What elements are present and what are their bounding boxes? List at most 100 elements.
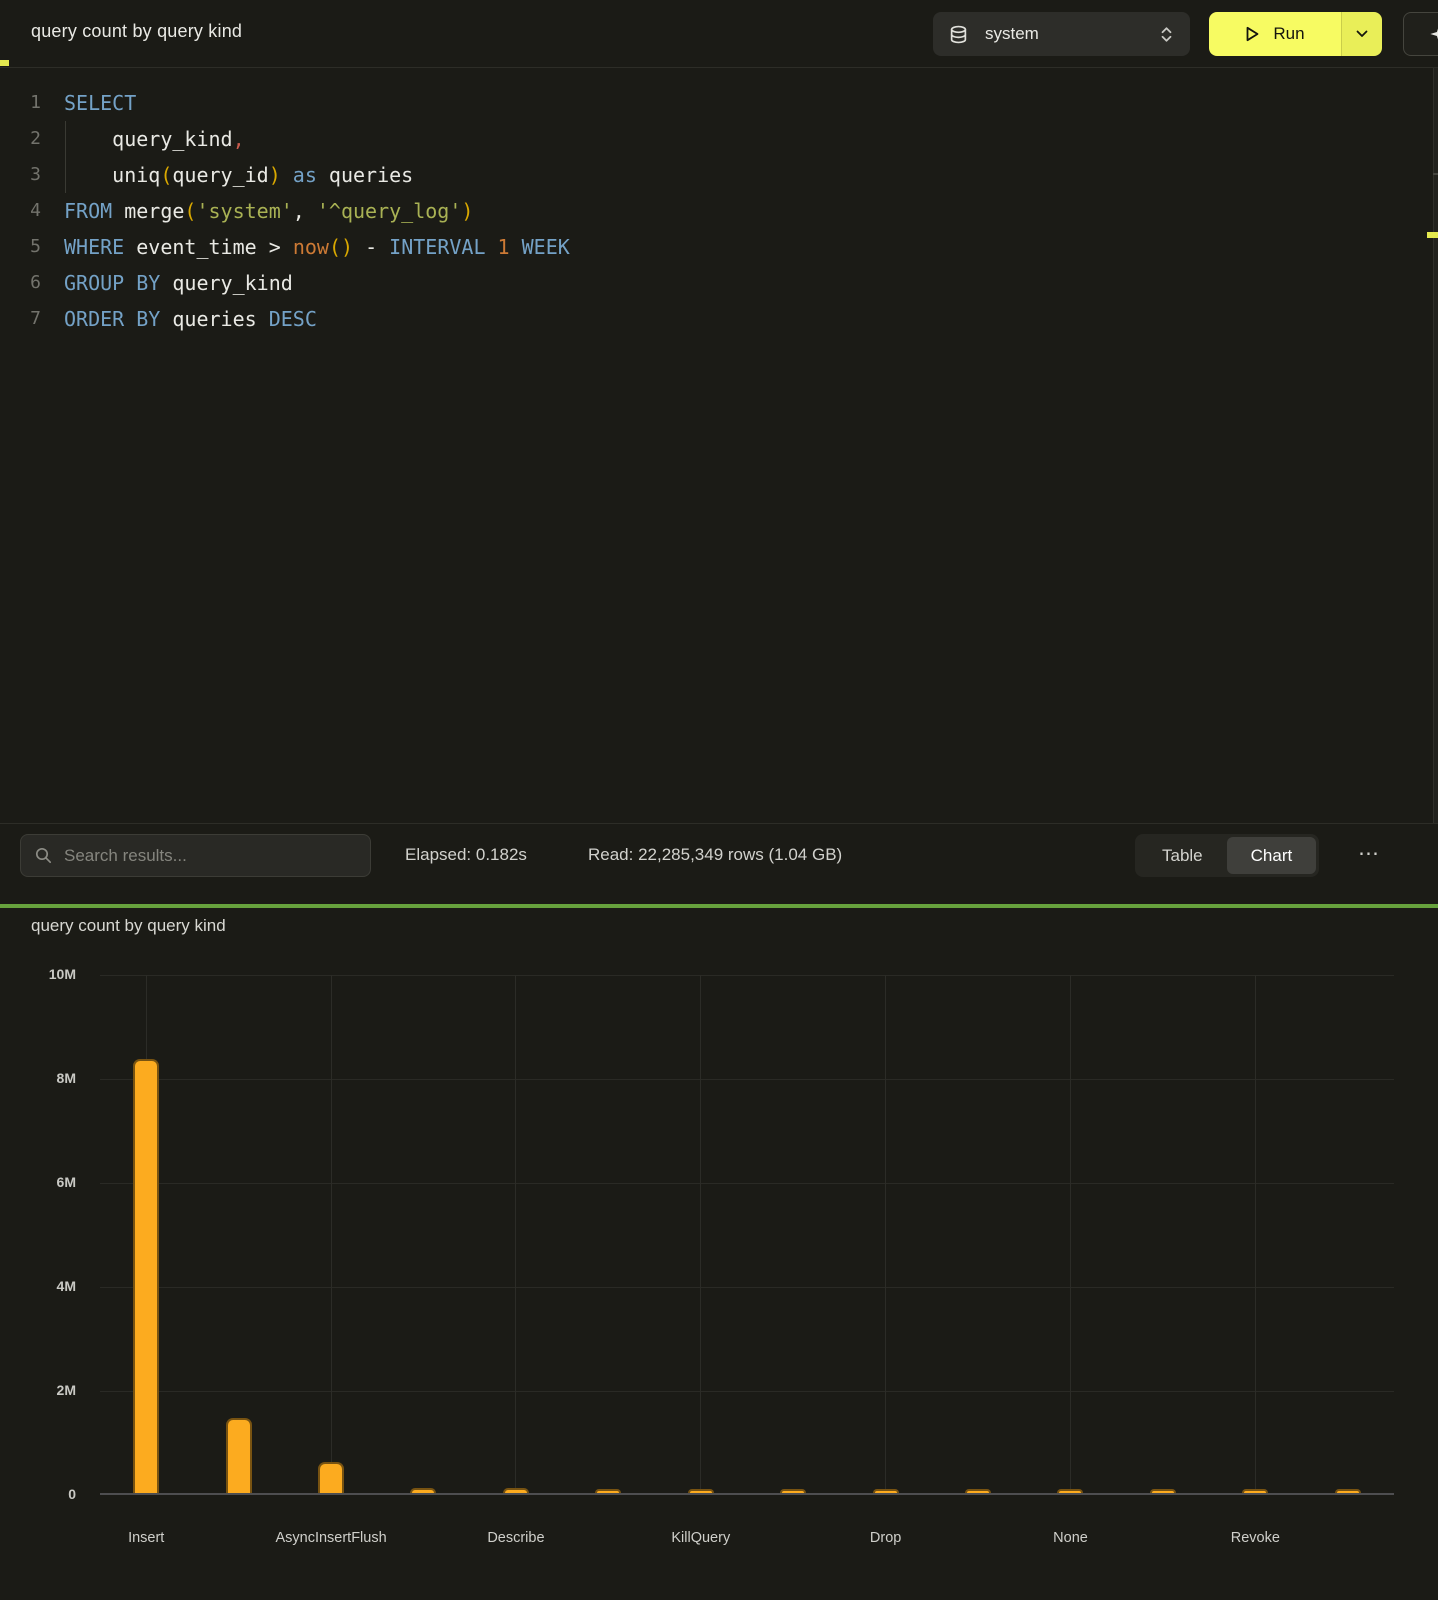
database-icon — [949, 25, 968, 44]
editor-scrollbar[interactable] — [1433, 68, 1438, 823]
code-text: WHERE event_time > now() - INTERVAL 1 WE… — [41, 229, 570, 265]
scrollbar-tick — [1433, 173, 1438, 175]
y-tick-label: 10M — [0, 966, 76, 982]
plot-area — [100, 975, 1394, 1495]
bar-slot — [1117, 975, 1209, 1493]
tab-chart[interactable]: Chart — [1227, 837, 1317, 874]
line-number: 3 — [0, 157, 41, 193]
bar-None[interactable] — [1057, 1489, 1083, 1493]
sparkle-icon — [1426, 21, 1438, 47]
y-tick-label: 6M — [0, 1174, 76, 1190]
search-icon — [35, 847, 52, 864]
bar-slot — [377, 975, 469, 1493]
code-line[interactable]: 2 query_kind, — [0, 121, 1438, 157]
chevron-down-icon — [1356, 30, 1368, 38]
run-button-label: Run — [1273, 24, 1304, 44]
x-tick-label: KillQuery — [671, 1530, 730, 1546]
code-text: SELECT — [41, 85, 136, 121]
bar-slot — [1301, 975, 1393, 1493]
code-text: GROUP BY query_kind — [41, 265, 293, 301]
bar-slot — [1024, 975, 1116, 1493]
code-text: uniq(query_id) as queries — [41, 157, 413, 193]
bar-chart: 10M8M6M4M2M0 InsertAsyncInsertFlushDescr… — [0, 975, 1438, 1575]
code-line[interactable]: 3 uniq(query_id) as queries — [0, 157, 1438, 193]
code-text: FROM merge('system', '^query_log') — [41, 193, 473, 229]
bar-Drop[interactable] — [873, 1489, 899, 1493]
y-tick-label: 0 — [0, 1486, 76, 1502]
search-results-box[interactable] — [20, 834, 371, 877]
code-text: query_kind, — [41, 121, 245, 157]
chart-panel: query count by query kind 10M 8M 6M 4M 2M 0 I… — [0, 908, 1438, 1598]
x-tick-label: Drop — [870, 1530, 901, 1546]
sql-editor[interactable]: 1SELECT2 query_kind,3 uniq(query_id) as … — [0, 68, 1438, 823]
line-number: 6 — [0, 265, 41, 301]
database-selector[interactable]: system — [933, 12, 1190, 56]
bar-KillQuery[interactable] — [688, 1489, 714, 1493]
bar-slot — [192, 975, 284, 1493]
bar-slot — [839, 975, 931, 1493]
bar-slot — [285, 975, 377, 1493]
tab-table[interactable]: Table — [1138, 837, 1227, 874]
code-line[interactable]: 5WHERE event_time > now() - INTERVAL 1 W… — [0, 229, 1438, 265]
more-options-button[interactable]: ⋯ — [1352, 842, 1386, 870]
topbar: query count by query kind system — [0, 0, 1438, 68]
bar-unlabeled[interactable] — [226, 1418, 252, 1493]
y-tick-label: 2M — [0, 1382, 76, 1398]
line-number: 7 — [0, 301, 41, 337]
bar-Describe[interactable] — [503, 1488, 529, 1493]
bar-slot — [655, 975, 747, 1493]
run-options-button[interactable] — [1341, 12, 1382, 56]
bar-slot — [747, 975, 839, 1493]
query-title: query count by query kind — [31, 21, 242, 42]
x-tick-label: AsyncInsertFlush — [275, 1530, 386, 1546]
bar-unlabeled[interactable] — [595, 1489, 621, 1493]
bar-slot — [932, 975, 1024, 1493]
bar-Revoke[interactable] — [1242, 1489, 1268, 1493]
bar-Insert[interactable] — [133, 1059, 159, 1493]
bar-slot — [470, 975, 562, 1493]
code-line[interactable]: 7ORDER BY queries DESC — [0, 301, 1438, 337]
line-number: 5 — [0, 229, 41, 265]
bar-unlabeled[interactable] — [410, 1488, 436, 1493]
y-axis-labels: 10M8M6M4M2M0 — [0, 975, 76, 1495]
indent-guide — [65, 121, 66, 193]
code-line[interactable]: 1SELECT — [0, 85, 1438, 121]
ai-assist-button[interactable] — [1403, 12, 1438, 56]
bar-slot — [1209, 975, 1301, 1493]
line-number: 4 — [0, 193, 41, 229]
results-toolbar: Elapsed: 0.182s Read: 22,285,349 rows (1… — [0, 823, 1438, 904]
scrollbar-marker — [1427, 232, 1438, 238]
database-selector-value: system — [985, 24, 1159, 44]
elapsed-stat: Elapsed: 0.182s — [405, 845, 527, 865]
search-results-input[interactable] — [64, 846, 344, 866]
chart-title: query count by query kind — [0, 916, 1438, 940]
bar-slot — [562, 975, 654, 1493]
code-line[interactable]: 4FROM merge('system', '^query_log') — [0, 193, 1438, 229]
x-axis-labels: Insert AsyncInsertFlush Describe KillQuery D… — [100, 1530, 1394, 1554]
code-line[interactable]: 6GROUP BY query_kind — [0, 265, 1438, 301]
bar-unlabeled[interactable] — [1335, 1489, 1361, 1493]
sql-console-app: query count by query kind system — [0, 0, 1438, 1600]
y-tick-label: 4M — [0, 1278, 76, 1294]
editor-cursor-mark — [0, 60, 9, 66]
y-tick-label: 8M — [0, 1070, 76, 1086]
x-tick-label: Revoke — [1231, 1530, 1280, 1546]
x-tick-label: Describe — [487, 1530, 544, 1546]
x-tick-label: Insert — [128, 1530, 164, 1546]
bar-unlabeled[interactable] — [965, 1489, 991, 1493]
read-stat: Read: 22,285,349 rows (1.04 GB) — [588, 845, 842, 865]
bar-AsyncInsertFlush[interactable] — [318, 1462, 344, 1493]
updown-chevron-icon — [1159, 25, 1174, 44]
bar-series — [100, 975, 1394, 1493]
line-number: 2 — [0, 121, 41, 157]
x-tick-label: None — [1053, 1530, 1088, 1546]
run-button[interactable]: Run — [1209, 12, 1341, 56]
bar-slot — [100, 975, 192, 1493]
bar-unlabeled[interactable] — [780, 1489, 806, 1493]
code-lines: 1SELECT2 query_kind,3 uniq(query_id) as … — [0, 68, 1438, 337]
line-number: 1 — [0, 85, 41, 121]
run-button-group: Run — [1209, 12, 1382, 56]
play-icon — [1245, 26, 1260, 42]
view-toggle: Table Chart — [1135, 834, 1319, 877]
bar-unlabeled[interactable] — [1150, 1489, 1176, 1493]
